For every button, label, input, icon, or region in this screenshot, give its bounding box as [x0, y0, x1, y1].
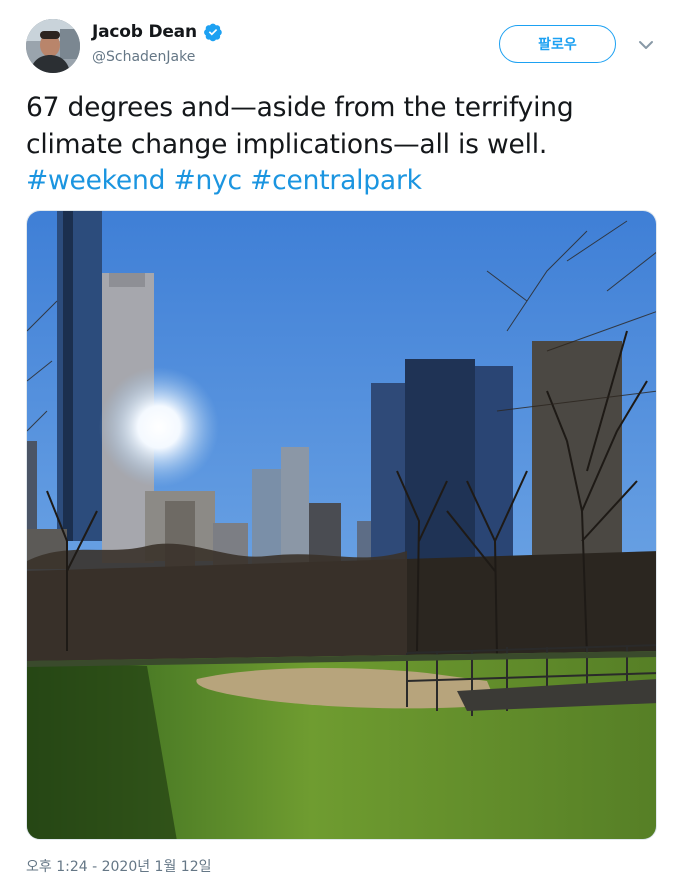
- verified-badge-icon: [203, 22, 223, 42]
- hashtag-link[interactable]: #nyc: [173, 165, 242, 196]
- tweet-text-line: climate change implications—all is well.: [26, 128, 548, 160]
- hashtag-link[interactable]: #centralpark: [250, 165, 422, 196]
- tweet-photo[interactable]: [26, 210, 657, 840]
- user-handle[interactable]: @SchadenJake: [92, 49, 195, 65]
- display-name[interactable]: Jacob Dean: [92, 22, 197, 42]
- author-name-row[interactable]: Jacob Dean: [92, 22, 223, 42]
- tweet-timestamp[interactable]: 오후 1:24 - 2020년 1월 12일: [26, 856, 212, 876]
- tweet-text: 67 degrees and—aside from the terrifying…: [26, 90, 656, 200]
- hashtag-line: #weekend #nyc #centralpark: [26, 163, 656, 200]
- tweet-text-line: 67 degrees and—aside from the terrifying: [26, 92, 574, 123]
- follow-button[interactable]: 팔로우: [499, 25, 616, 63]
- hashtag-link[interactable]: #weekend: [26, 165, 165, 196]
- user-avatar[interactable]: [26, 19, 80, 73]
- chevron-down-icon[interactable]: [636, 37, 656, 51]
